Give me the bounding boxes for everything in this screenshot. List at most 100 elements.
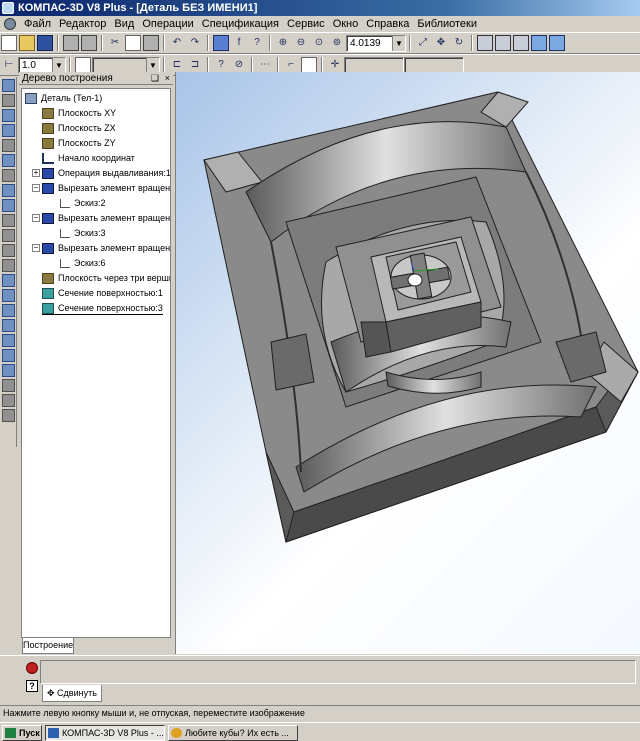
coordinates-icon[interactable]: ✛ [327, 57, 343, 73]
sketch-mode-icon[interactable]: ⊏ [169, 57, 185, 73]
tool-measure-icon[interactable] [2, 124, 15, 137]
redo-icon[interactable]: ↷ [187, 35, 203, 51]
local-cs-icon[interactable]: ⌐ [283, 57, 299, 73]
tool-pattern-icon[interactable] [2, 409, 15, 422]
shaded-cube-icon[interactable] [531, 35, 547, 51]
tree-item-sketch-2[interactable]: Эскиз:2 [60, 196, 106, 210]
undo-icon[interactable]: ↶ [169, 35, 185, 51]
help-icon[interactable]: ? [26, 680, 38, 692]
tab-move[interactable]: ✥ Сдвинуть [42, 685, 102, 702]
tree-item-plane-three-vertices[interactable]: Плоскость через три верши [42, 271, 170, 285]
tool-spec-icon[interactable] [2, 169, 15, 182]
task-kompas[interactable]: КОМПАС-3D V8 Plus - ... [45, 725, 165, 741]
cursor-icon[interactable]: ⊘ [231, 57, 247, 73]
help-pointer-icon[interactable]: ? [249, 35, 265, 51]
tool-surfaces-icon[interactable] [2, 214, 15, 227]
shaded-edges-cube-icon[interactable] [549, 35, 565, 51]
tool-filter-icon[interactable] [2, 154, 15, 167]
menu-window[interactable]: Окно [329, 16, 363, 32]
tool-mirror-icon[interactable] [2, 394, 15, 407]
tree-item-revolve-cut-2[interactable]: − Вырезать элемент вращени [32, 211, 170, 225]
tree-item-sketch-3[interactable]: Эскиз:3 [60, 226, 106, 240]
stop-icon[interactable] [26, 662, 38, 674]
thin-lines-cube-icon[interactable] [513, 35, 529, 51]
tool-dimensions-icon[interactable] [2, 139, 15, 152]
tool-arrays-icon[interactable] [2, 229, 15, 242]
variables-icon[interactable]: ? [213, 57, 229, 73]
copy-icon[interactable] [125, 35, 141, 51]
tree-item-extrude[interactable]: + Операция выдавливания:1 [32, 166, 170, 180]
menu-help[interactable]: Справка [362, 16, 413, 32]
zoom-out-icon[interactable]: ⊖ [293, 35, 309, 51]
zoom-scale-icon[interactable]: ⊚ [329, 35, 345, 51]
tool-shell-icon[interactable] [2, 364, 15, 377]
part-3d-model[interactable] [176, 72, 640, 654]
menu-specification[interactable]: Спецификация [198, 16, 283, 32]
tree-item-plane-zy[interactable]: Плоскость ZY [42, 136, 116, 150]
tool-revolve-icon[interactable] [2, 289, 15, 302]
tool-sheet-icon[interactable] [2, 244, 15, 257]
tree-item-part[interactable]: Деталь (Тел-1) [25, 91, 102, 105]
task-browser[interactable]: Любите кубы? Их есть ... [168, 725, 298, 741]
new-document-icon[interactable] [1, 35, 17, 51]
tool-cut-icon[interactable] [2, 304, 15, 317]
formula-icon[interactable]: f [231, 35, 247, 51]
collapse-icon[interactable]: − [32, 214, 40, 222]
hidden-lines-cube-icon[interactable] [495, 35, 511, 51]
cut-icon[interactable]: ✂ [107, 35, 123, 51]
start-button[interactable]: Пуск [2, 725, 42, 741]
model-viewport[interactable]: Z Y [175, 72, 640, 654]
close-icon[interactable]: × [165, 72, 170, 85]
chevron-down-icon[interactable]: ▼ [52, 58, 65, 73]
print-icon[interactable] [63, 35, 79, 51]
save-icon[interactable] [37, 35, 53, 51]
tree-item-revolve-cut-1[interactable]: − Вырезать элемент вращени [32, 181, 170, 195]
tree-item-section-3[interactable]: Сечение поверхностью:3 [42, 301, 163, 315]
print-preview-icon[interactable] [81, 35, 97, 51]
tree-item-revolve-cut-3[interactable]: − Вырезать элемент вращени [32, 241, 170, 255]
tool-fillet-icon[interactable] [2, 334, 15, 347]
menu-file[interactable]: Файл [20, 16, 55, 32]
manager-icon[interactable] [213, 35, 229, 51]
chevron-down-icon[interactable]: ▼ [146, 58, 159, 73]
tool-chamfer-icon[interactable] [2, 349, 15, 362]
rotate-icon[interactable]: ↻ [451, 35, 467, 51]
tool-rib-icon[interactable] [2, 379, 15, 392]
paste-icon[interactable] [143, 35, 159, 51]
sketch-plane-icon[interactable]: ⊐ [187, 57, 203, 73]
menu-libraries[interactable]: Библиотеки [413, 16, 481, 32]
tool-section-icon[interactable] [2, 319, 15, 332]
chevron-down-icon[interactable]: ▼ [392, 36, 405, 51]
tool-extrude-icon[interactable] [2, 274, 15, 287]
tree-item-section-1[interactable]: Сечение поверхностью:1 [42, 286, 163, 300]
layer-icon[interactable] [75, 57, 91, 73]
zoom-window-icon[interactable]: ⊙ [311, 35, 327, 51]
tool-elements-icon[interactable] [2, 199, 15, 212]
orthogonal-icon[interactable] [301, 57, 317, 73]
tab-build[interactable]: Построение [22, 638, 74, 654]
tool-variables-icon[interactable] [2, 259, 15, 272]
tool-aux-geometry-icon[interactable] [2, 109, 15, 122]
wireframe-cube-icon[interactable] [477, 35, 493, 51]
grid-icon[interactable]: ⋯ [257, 57, 273, 73]
expand-icon[interactable]: + [32, 169, 40, 177]
pin-icon[interactable]: ❑ [151, 72, 159, 85]
zoom-in-icon[interactable]: ⊕ [275, 35, 291, 51]
snap-step-icon[interactable]: ⊢ [1, 57, 17, 73]
tool-editing-icon[interactable] [2, 79, 15, 92]
tool-reports-icon[interactable] [2, 184, 15, 197]
tree-item-origin[interactable]: Начало координат [42, 151, 135, 165]
collapse-icon[interactable]: − [32, 184, 40, 192]
menu-service[interactable]: Сервис [283, 16, 329, 32]
menu-view[interactable]: Вид [110, 16, 138, 32]
tool-sketch-icon[interactable] [2, 94, 15, 107]
tree-item-plane-zx[interactable]: Плоскость ZX [42, 121, 116, 135]
pan-icon[interactable]: ✥ [433, 35, 449, 51]
menu-operations[interactable]: Операции [138, 16, 197, 32]
orientation-icon[interactable]: ⤢ [415, 35, 431, 51]
tree-item-sketch-6[interactable]: Эскиз:6 [60, 256, 106, 270]
menu-editor[interactable]: Редактор [55, 16, 110, 32]
open-icon[interactable] [19, 35, 35, 51]
document-icon[interactable] [4, 18, 16, 30]
collapse-icon[interactable]: − [32, 244, 40, 252]
